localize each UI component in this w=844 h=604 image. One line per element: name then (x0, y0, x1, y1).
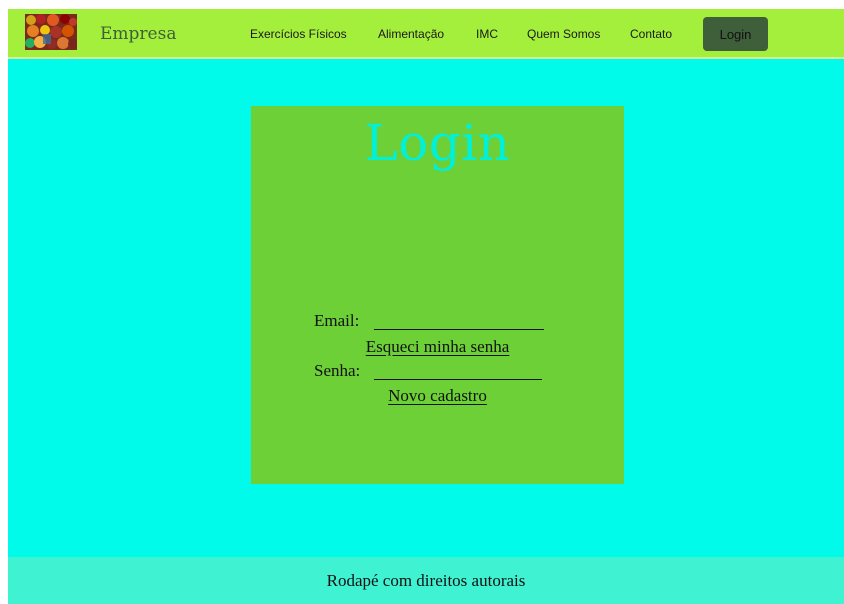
navbar: Empresa Exercícios Físicos Alimentação I… (8, 9, 844, 59)
footer-text: Rodapé com direitos autorais (326, 570, 526, 590)
email-field[interactable] (374, 329, 544, 330)
nav-link-alimentacao[interactable]: Alimentação (378, 27, 444, 41)
nav-link-imc[interactable]: IMC (476, 27, 498, 41)
new-account-link[interactable]: Novo cadastro (251, 386, 624, 406)
password-label: Senha: (314, 361, 361, 380)
brand-name[interactable]: Empresa (100, 24, 176, 44)
nav-link-quem-somos[interactable]: Quem Somos (527, 27, 600, 41)
login-card: Login Email: Senha: Esqueci minha senha … (251, 106, 624, 484)
fruit-basket-logo-icon[interactable] (25, 14, 77, 50)
login-button[interactable]: Login (703, 17, 768, 51)
nav-link-exercicios[interactable]: Exercícios Físicos (250, 27, 347, 41)
footer: Rodapé com direitos autorais (8, 557, 844, 604)
page: Empresa Exercícios Físicos Alimentação I… (8, 9, 844, 604)
login-title: Login (364, 114, 511, 172)
forgot-password-link[interactable]: Esqueci minha senha (251, 337, 624, 357)
password-field[interactable] (374, 379, 542, 380)
nav-link-contato[interactable]: Contato (630, 27, 672, 41)
email-label: Email: (314, 311, 360, 330)
